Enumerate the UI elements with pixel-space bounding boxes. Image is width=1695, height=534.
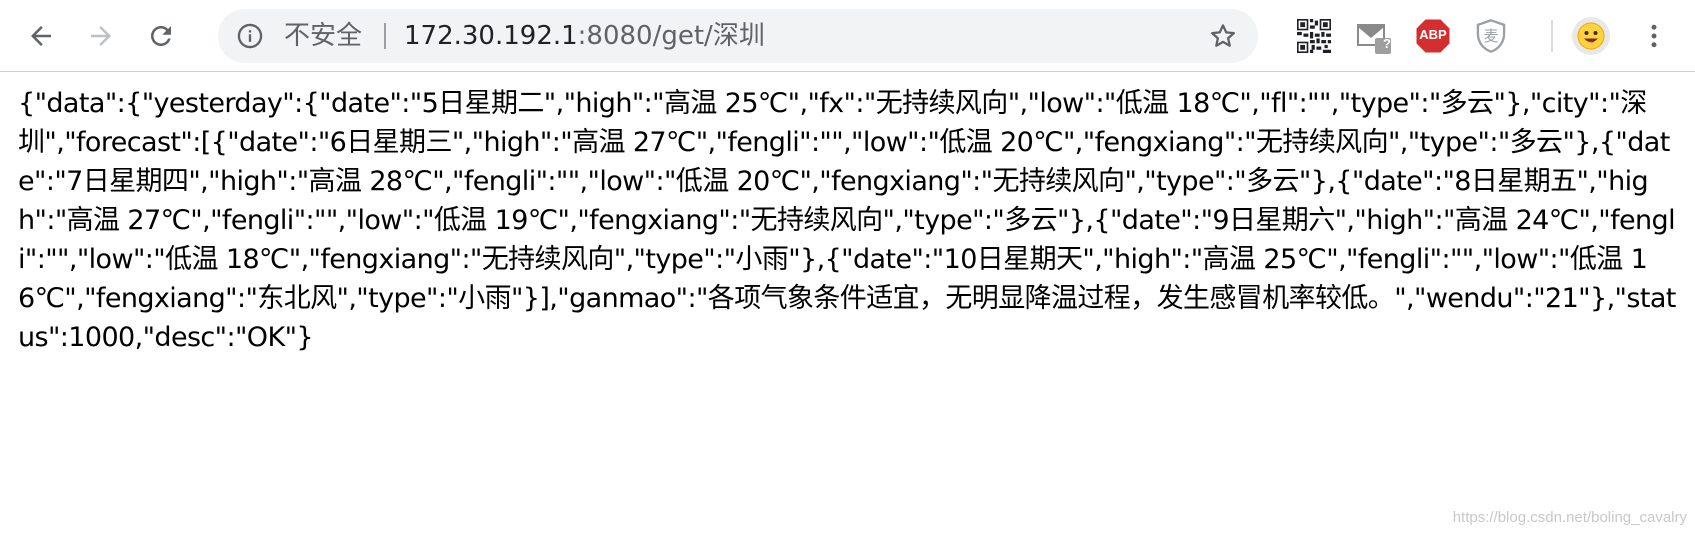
url-text[interactable]: 172.30.192.1:8080/get/深圳 (404, 9, 765, 63)
forward-icon (91, 26, 111, 46)
shield-label: 麦 (1483, 27, 1499, 45)
url-path: :8080/get/深圳 (577, 21, 765, 51)
forward-button[interactable] (81, 16, 121, 56)
shield-extension[interactable]: 麦 (1471, 16, 1511, 56)
watermark: https://blog.csdn.net/boling_cavalry (1452, 509, 1687, 526)
toolbar-divider (1551, 20, 1553, 52)
security-label[interactable]: 不安全 (284, 9, 362, 63)
info-icon[interactable] (236, 22, 264, 50)
abp-label: ABP (1419, 27, 1447, 42)
json-response-body: {"data":{"yesterday":{"date":"5日星期二","hi… (18, 88, 1676, 353)
avatar-icon (1572, 17, 1610, 55)
avatar[interactable] (1571, 16, 1611, 56)
address-bar[interactable]: 不安全 172.30.192.1:8080/get/深圳 (218, 9, 1258, 63)
gmail-badge: ? (1383, 36, 1391, 51)
qr-code-extension[interactable] (1294, 16, 1334, 56)
reload-icon (151, 26, 171, 46)
browser-toolbar: 不安全 172.30.192.1:8080/get/深圳 ? ABP 麦 (0, 0, 1695, 72)
gmail-checker-extension[interactable]: ? (1353, 16, 1393, 56)
star-icon[interactable] (1208, 21, 1238, 51)
adblock-plus-extension[interactable]: ABP (1413, 16, 1453, 56)
reload-button[interactable] (141, 16, 181, 56)
back-button[interactable] (21, 16, 61, 56)
back-icon (31, 26, 51, 46)
menu-icon (1651, 24, 1657, 48)
url-host: 172.30.192.1 (404, 21, 578, 51)
qr-code-icon (1297, 19, 1331, 53)
address-divider (384, 23, 386, 49)
menu-button[interactable] (1634, 16, 1674, 56)
